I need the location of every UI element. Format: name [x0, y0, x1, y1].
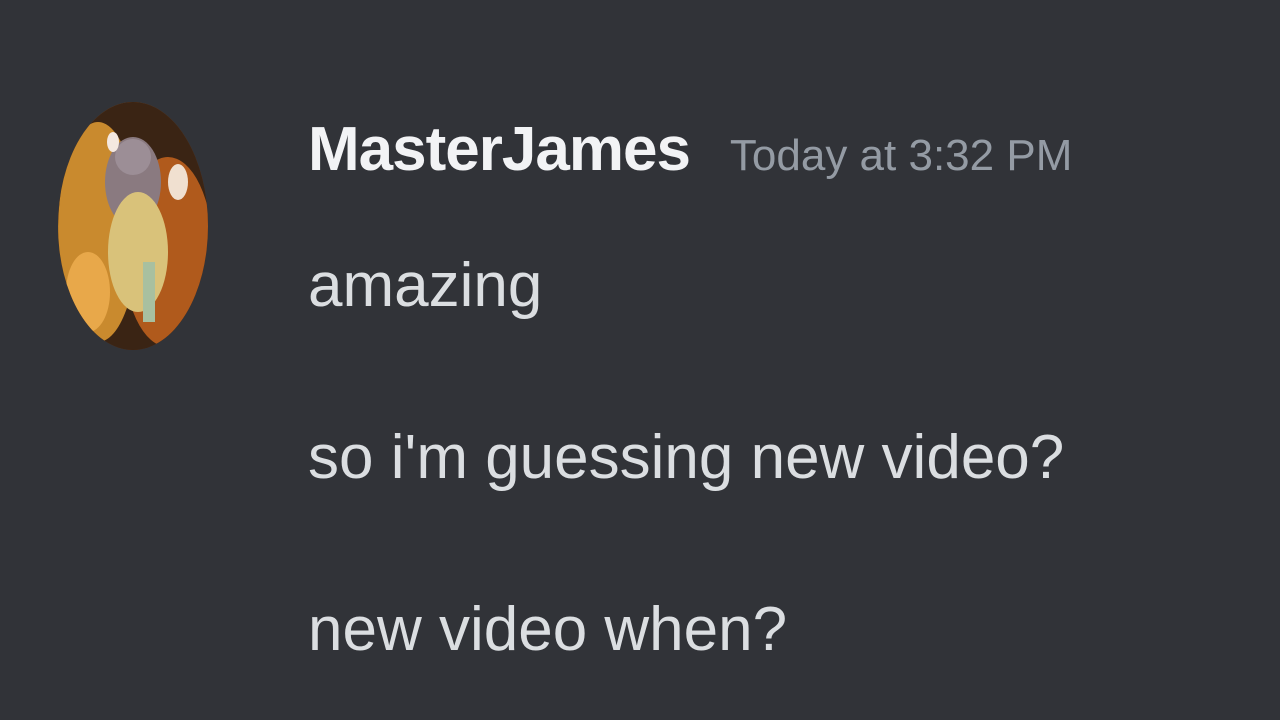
- message-line-2: so i'm guessing new video?: [308, 423, 1065, 492]
- chat-message-view: MasterJames Today at 3:32 PM amazing so …: [0, 0, 1280, 720]
- message-line-3: new video when?: [308, 595, 788, 664]
- timestamp[interactable]: Today at 3:32 PM: [730, 114, 1072, 198]
- message-line-1: amazing: [308, 251, 543, 320]
- message-header: MasterJames Today at 3:32 PM: [308, 108, 1240, 192]
- message-body: MasterJames Today at 3:32 PM amazing so …: [308, 108, 1240, 672]
- avatar-image-icon: [58, 102, 208, 350]
- user-avatar[interactable]: [58, 102, 208, 350]
- username[interactable]: MasterJames: [308, 108, 691, 192]
